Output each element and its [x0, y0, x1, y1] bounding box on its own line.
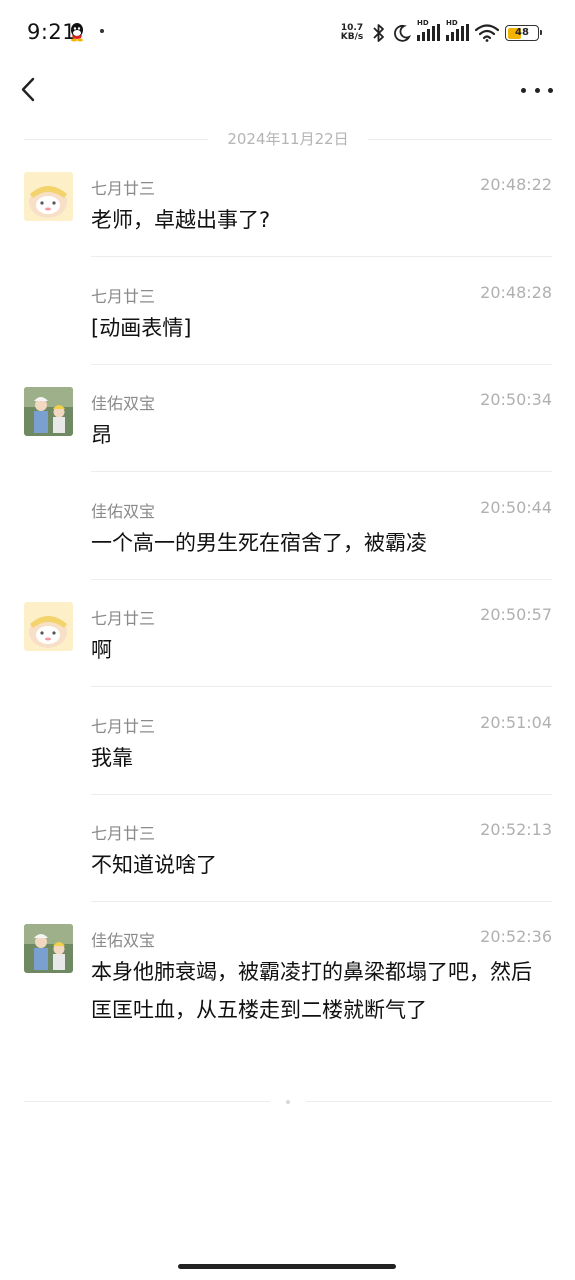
home-indicator[interactable] — [178, 1264, 396, 1269]
message-time: 20:52:13 — [480, 820, 552, 839]
message-text: 一个高一的男生死在宿舍了，被霸凌 — [91, 531, 427, 555]
status-bar: 9:21 10.7 KB/s HD HD 48 — [0, 0, 575, 64]
battery-level: 48 — [515, 27, 529, 38]
avatar[interactable] — [24, 387, 73, 436]
avatar[interactable] — [24, 172, 73, 221]
message-separator — [91, 901, 552, 902]
avatar[interactable] — [24, 602, 73, 651]
message-item[interactable]: 七月廿三 20:52:13 不知道说啥了 — [0, 815, 575, 902]
sender-name: 七月廿三 — [91, 287, 156, 306]
sender-name: 七月廿三 — [91, 824, 156, 843]
message-time: 20:50:44 — [480, 498, 552, 517]
message-text: 我靠 — [91, 746, 133, 770]
signal-icon: HD — [446, 19, 469, 41]
bluetooth-icon — [373, 24, 384, 42]
message-item[interactable]: 七月廿三 20:50:57 啊 — [0, 600, 575, 687]
network-speed-unit: KB/s — [340, 32, 364, 42]
sender-name: 佳佑双宝 — [91, 931, 156, 950]
message-separator — [91, 686, 552, 687]
message-separator — [91, 794, 552, 795]
network-speed: 10.7 KB/s — [339, 24, 365, 42]
message-time: 20:52:36 — [480, 927, 552, 946]
sender-name: 七月廿三 — [91, 717, 156, 736]
status-icons: 10.7 KB/s HD HD 48 — [339, 19, 542, 44]
qq-icon — [71, 23, 83, 42]
message-separator — [91, 256, 552, 257]
message-text: 啊 — [91, 638, 112, 662]
more-dots-icon[interactable] — [521, 78, 553, 102]
message-item[interactable]: 七月廿三 20:48:22 老师，卓越出事了? — [0, 170, 575, 257]
sender-name: 佳佑双宝 — [91, 502, 156, 521]
hd-label: HD — [417, 19, 429, 27]
message-time: 20:48:22 — [480, 175, 552, 194]
message-separator — [91, 471, 552, 472]
date-divider: 2024年11月22日 — [24, 128, 552, 150]
chat-header — [0, 64, 575, 116]
hd-label: HD — [446, 19, 458, 27]
avatar[interactable] — [24, 924, 73, 973]
message-time: 20:50:57 — [480, 605, 552, 624]
message-text: [动画表情] — [91, 316, 192, 340]
message-separator — [91, 364, 552, 365]
sender-name: 七月廿三 — [91, 179, 156, 198]
signal-icon: HD — [417, 19, 440, 41]
message-text: 昂 — [91, 423, 112, 447]
moon-icon — [394, 24, 411, 42]
message-item[interactable]: 七月廿三 20:48:28 [动画表情] — [0, 278, 575, 365]
battery-icon: 48 — [505, 25, 542, 41]
message-item[interactable]: 佳佑双宝 20:50:44 一个高一的男生死在宿舍了，被霸凌 — [0, 493, 575, 580]
sender-name: 七月廿三 — [91, 609, 156, 628]
message-item[interactable]: 佳佑双宝 20:50:34 昂 — [0, 385, 575, 472]
message-text: 本身他肺衰竭，被霸凌打的鼻梁都塌了吧，然后匡匡吐血，从五楼走到二楼就断气了 — [91, 960, 532, 1022]
notification-dot — [100, 29, 104, 33]
wifi-icon — [475, 24, 499, 42]
message-text: 老师，卓越出事了? — [91, 208, 271, 232]
message-item[interactable]: 七月廿三 20:51:04 我靠 — [0, 708, 575, 795]
message-text: 不知道说啥了 — [91, 853, 217, 877]
message-time: 20:50:34 — [480, 390, 552, 409]
message-item[interactable]: 佳佑双宝 20:52:36 本身他肺衰竭，被霸凌打的鼻梁都塌了吧，然后匡匡吐血，… — [0, 922, 575, 1082]
chevron-left-icon[interactable] — [16, 74, 44, 106]
end-of-history-divider — [24, 1100, 552, 1104]
message-time: 20:51:04 — [480, 713, 552, 732]
sender-name: 佳佑双宝 — [91, 394, 156, 413]
message-separator — [91, 579, 552, 580]
message-time: 20:48:28 — [480, 283, 552, 302]
